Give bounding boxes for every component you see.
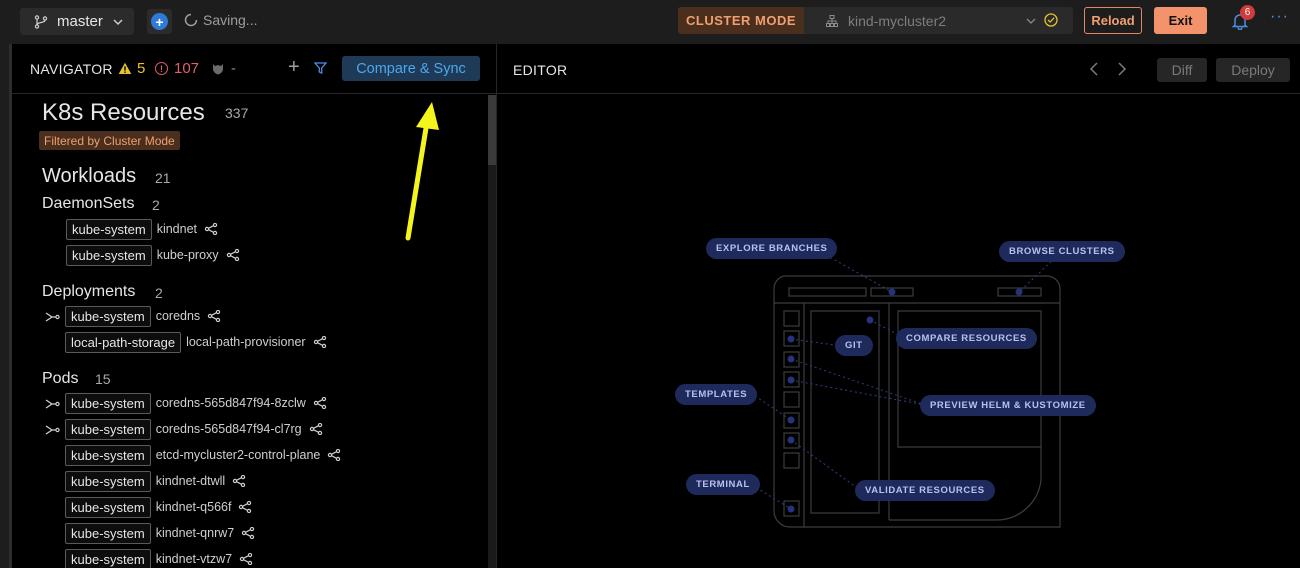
annotation-arrow <box>405 102 439 241</box>
